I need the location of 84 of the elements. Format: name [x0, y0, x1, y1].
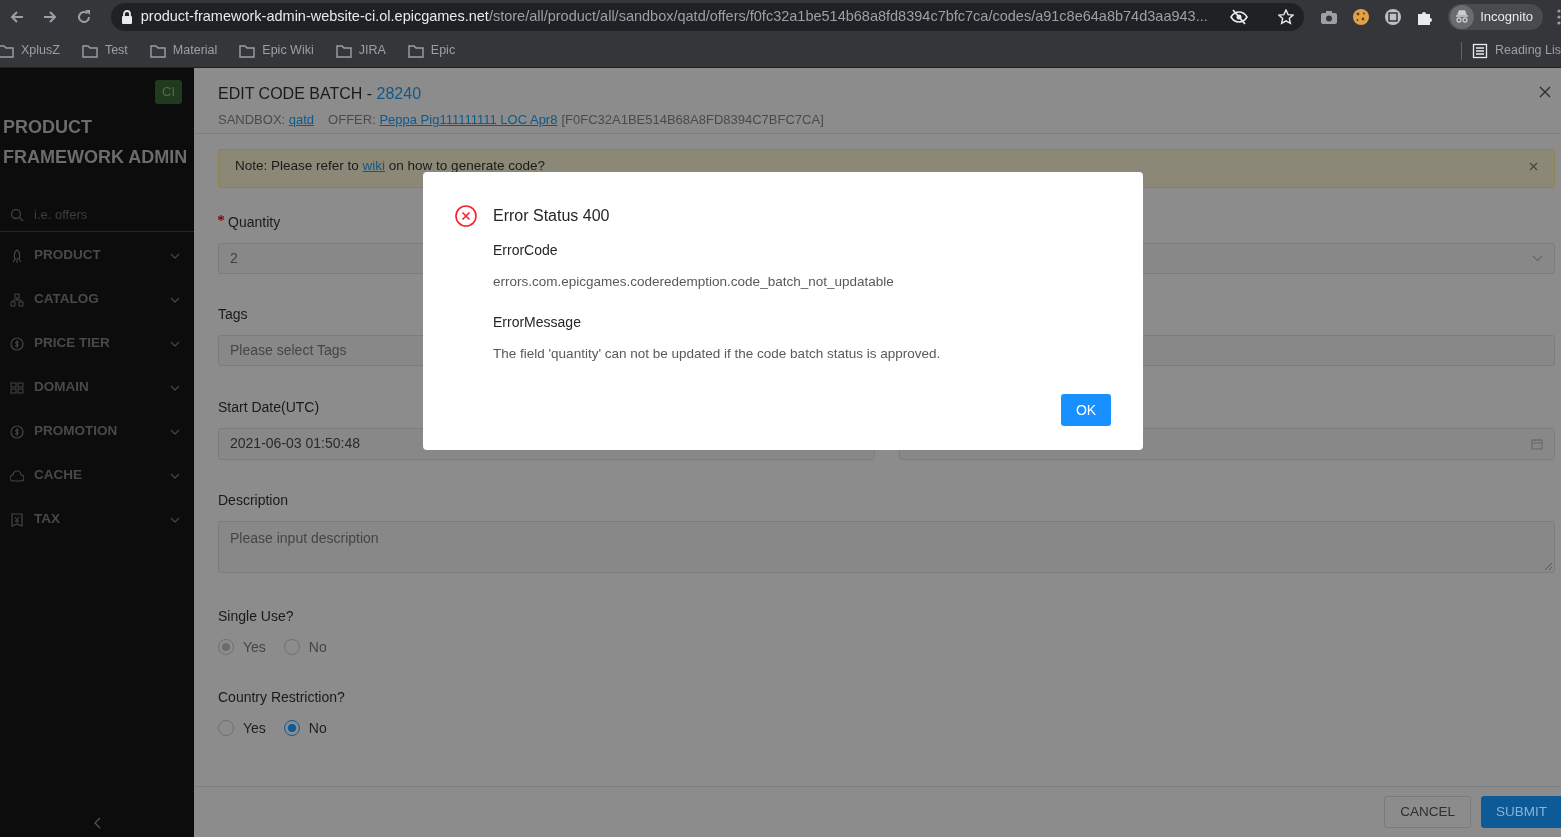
- offer-id: [F0FC32A1BE514B68A8FD8394C7BFC7CA]: [561, 112, 824, 127]
- folder-icon: [335, 42, 352, 59]
- address-bar[interactable]: product-framework-admin-website-ci.ol.epicgames.net/store/all/product/all/sandbox/qatd/offers/f0fc32a1be514b68a8fd8394c7bfc7ca/codes/a91c8e64a8b74d3aa943...: [110, 3, 1305, 31]
- menu-item[interactable]: CATALOG: [0, 277, 194, 322]
- bookmark[interactable]: XplusZ: [0, 41, 60, 60]
- folder-icon: [0, 42, 14, 59]
- incognito-icon: [1450, 5, 1475, 29]
- star-icon[interactable]: [1278, 9, 1295, 25]
- chevron-down-icon: [1532, 254, 1543, 262]
- cookie-icon[interactable]: [1352, 8, 1371, 26]
- receipt-icon: [10, 512, 24, 527]
- dollar-icon: [10, 336, 24, 351]
- menu-item[interactable]: DOMAIN: [0, 365, 194, 410]
- back-icon[interactable]: [8, 9, 25, 25]
- bookmark[interactable]: Epic Wiki: [239, 41, 314, 60]
- bookmark[interactable]: JIRA: [335, 41, 386, 60]
- menu-icon[interactable]: [1557, 9, 1561, 25]
- chevron-down-icon: [170, 252, 180, 259]
- chevron-down-icon: [170, 296, 180, 303]
- folder-icon: [407, 42, 424, 59]
- note-text: Note: Please refer to wiki on how to generate code?: [235, 156, 545, 175]
- menu-item[interactable]: TAX: [0, 497, 194, 542]
- bookmark[interactable]: Test: [81, 41, 128, 60]
- error-heading: ErrorMessage: [493, 313, 582, 333]
- chevron-down-icon: [170, 384, 180, 391]
- menu-item[interactable]: CACHE: [0, 453, 194, 498]
- close-icon[interactable]: [1529, 161, 1538, 171]
- radio-option[interactable]: Yes: [218, 717, 266, 739]
- profile-button[interactable]: Incognito: [1448, 4, 1543, 30]
- rocket-icon: [10, 248, 24, 263]
- dialog-title: Error Status 400: [493, 206, 610, 226]
- error-text: The field 'quantity' can not be updated if the code batch status is approved.: [493, 345, 942, 364]
- close-icon[interactable]: [1539, 86, 1551, 98]
- dollar-icon: [10, 424, 24, 439]
- cloud-icon: [10, 468, 24, 483]
- list-icon: [1472, 42, 1488, 59]
- url-text: product-framework-admin-website-ci.ol.epicgames.net/store/all/product/all/sandbox/qatd/offers/f0fc32a1be514b68a8fd8394c7bfc7ca/codes/a91c8e64a8b74d3aa943...: [140, 7, 1208, 27]
- grid-icon: [10, 380, 24, 395]
- collapse-icon[interactable]: [93, 817, 101, 829]
- chevron-down-icon: [170, 516, 180, 523]
- folder-icon: [81, 42, 98, 59]
- radio-option[interactable]: No: [283, 717, 327, 739]
- menu-item[interactable]: PRICE TIER: [0, 321, 194, 366]
- camera-icon[interactable]: [1320, 9, 1339, 25]
- app-title: FRAMEWORK ADMIN: [2, 145, 189, 169]
- menu-item[interactable]: PRODUCT: [0, 233, 194, 278]
- reading-list-button[interactable]: Reading Lis: [1472, 41, 1561, 60]
- chevron-down-icon: [170, 428, 180, 435]
- field-label: Tags: [218, 304, 248, 324]
- cancel-button[interactable]: CANCEL: [1384, 796, 1471, 828]
- field-label: Country Restriction?: [218, 687, 345, 707]
- field-label: Description: [218, 490, 289, 510]
- sandbox-link[interactable]: qatd: [288, 112, 315, 127]
- offer-label: OFFER:: [328, 112, 377, 127]
- field-label: Single Use?: [218, 606, 294, 626]
- bookmark[interactable]: Epic: [407, 41, 456, 60]
- extension-icon[interactable]: [1384, 8, 1403, 26]
- bookmark[interactable]: Material: [149, 41, 218, 60]
- reload-icon[interactable]: [75, 9, 92, 25]
- offer-link[interactable]: Peppa Pig111111111 LOC Apr8: [379, 112, 558, 127]
- folder-icon: [239, 42, 256, 59]
- menu-item[interactable]: PROMOTION: [0, 409, 194, 454]
- field-label: Quantity: [218, 211, 281, 233]
- search-icon: [10, 208, 24, 222]
- description-field[interactable]: Please input description: [218, 520, 1555, 573]
- app-title: PRODUCT: [2, 115, 93, 139]
- ok-button[interactable]: OK: [1061, 394, 1111, 426]
- error-icon: [455, 205, 477, 227]
- folder-icon: [149, 42, 166, 59]
- page-title: EDIT CODE BATCH - 28240: [218, 84, 422, 104]
- wiki-link[interactable]: wiki: [362, 157, 386, 173]
- error-text: errors.com.epicgames.coderedemption.code_batch_not_updatable: [493, 273, 895, 291]
- sandbox-label: SANDBOX:: [218, 112, 287, 127]
- hierarchy-icon: [10, 292, 24, 307]
- chevron-down-icon: [170, 340, 180, 347]
- error-heading: ErrorCode: [493, 241, 559, 260]
- forward-icon[interactable]: [42, 9, 59, 25]
- submit-button[interactable]: SUBMIT: [1481, 796, 1561, 828]
- lock-icon: [120, 10, 133, 24]
- chevron-down-icon: [170, 472, 180, 479]
- eye-slash-icon[interactable]: [1230, 9, 1249, 25]
- resize-handle-icon[interactable]: [1545, 562, 1552, 570]
- calendar-icon: [1531, 437, 1543, 450]
- field-label: Start Date(UTC): [218, 397, 320, 417]
